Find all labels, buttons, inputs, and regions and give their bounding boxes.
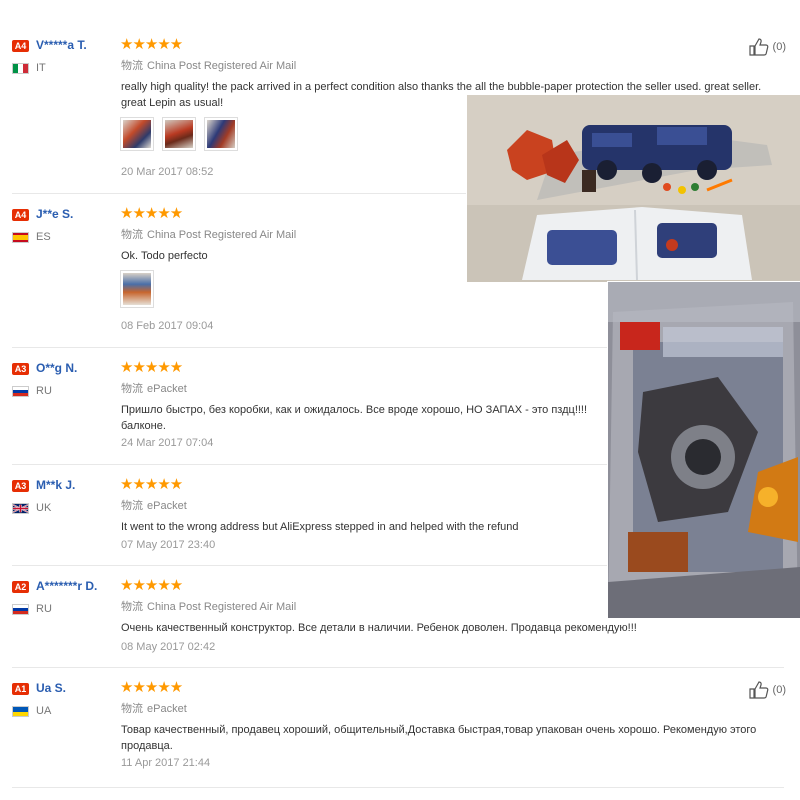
reviewer-name[interactable]: V*****a T. (36, 38, 87, 52)
flag-ua-icon (12, 706, 29, 717)
review-text: Очень качественный конструктор. Все дета… (121, 622, 637, 634)
review-thumbnails (120, 270, 154, 308)
review-date: 07 May 2017 23:40 (121, 539, 216, 551)
review-thumbnail[interactable] (162, 117, 196, 151)
shipping-label: 物流 (121, 60, 143, 72)
reviewer-country: RU (36, 603, 52, 615)
reviewer-country: UA (36, 705, 52, 717)
thumbs-up-icon (748, 681, 768, 699)
helpful-button[interactable]: (0) (748, 681, 786, 699)
photo-preview-package[interactable] (608, 282, 800, 618)
shipping-method: 物流 ePacket (121, 700, 187, 716)
shipping-method: 物流 China Post Registered Air Mail (121, 226, 296, 242)
shipping-label: 物流 (121, 601, 143, 613)
shipping-method: 物流 ePacket (121, 380, 187, 396)
lego-set-photo (467, 95, 800, 282)
shipping-value: China Post Registered Air Mail (147, 229, 297, 241)
star-rating: ★★★★★ (120, 577, 183, 594)
review-date: 08 Feb 2017 09:04 (121, 320, 214, 332)
level-badge: A2 (12, 581, 29, 593)
shipping-method: 物流 China Post Registered Air Mail (121, 598, 296, 614)
review-date: 24 Mar 2017 07:04 (121, 437, 214, 449)
shipping-label: 物流 (121, 500, 143, 512)
thumbs-up-icon (748, 38, 768, 56)
reviewer-name[interactable]: A*******r D. (36, 579, 97, 593)
reviewer-name[interactable]: J**e S. (36, 207, 73, 221)
shipping-label: 物流 (121, 229, 143, 241)
star-rating: ★★★★★ (120, 359, 183, 376)
flag-it-icon (12, 63, 29, 74)
shipping-label: 物流 (121, 383, 143, 395)
star-rating: ★★★★★ (120, 205, 183, 222)
star-rating: ★★★★★ (120, 36, 183, 53)
review-text: Товар качественный, продавец хороший, об… (121, 724, 757, 752)
review-date: 08 May 2017 02:42 (121, 641, 216, 653)
shipping-value: China Post Registered Air Mail (147, 601, 297, 613)
shipping-method: 物流 China Post Registered Air Mail (121, 57, 296, 73)
review-thumbnail[interactable] (120, 270, 154, 308)
flag-ru-icon (12, 604, 29, 615)
review-item: A1 Ua S. UA ★★★★★ 物流 ePacket Товар качест… (12, 679, 786, 788)
shipping-value: ePacket (147, 383, 187, 395)
helpful-count: (0) (772, 684, 786, 696)
reviewer-name[interactable]: O**g N. (36, 361, 77, 375)
review-text: Пришло быстро, без коробки, как и ожидал… (121, 404, 588, 432)
level-badge: A3 (12, 363, 29, 375)
level-badge: A4 (12, 40, 29, 52)
flag-ru-icon (12, 386, 29, 397)
photo-preview-lego-set[interactable] (467, 95, 800, 282)
reviewer-country: RU (36, 385, 52, 397)
level-badge: A3 (12, 480, 29, 492)
shipping-value: ePacket (147, 703, 187, 715)
star-rating: ★★★★★ (120, 476, 183, 493)
shipping-value: ePacket (147, 500, 187, 512)
helpful-count: (0) (772, 41, 786, 53)
review-date: 11 Apr 2017 21:44 (121, 757, 211, 769)
review-thumbnails (120, 117, 238, 151)
review-thumbnail[interactable] (120, 117, 154, 151)
star-rating: ★★★★★ (120, 679, 183, 696)
reviewer-country: ES (36, 231, 51, 243)
reviewer-country: UK (36, 502, 52, 514)
review-thumbnail[interactable] (204, 117, 238, 151)
shipping-method: 物流 ePacket (121, 497, 187, 513)
reviewer-country: IT (36, 62, 46, 74)
shipping-label: 物流 (121, 703, 143, 715)
reviewer-name[interactable]: Ua S. (36, 681, 66, 695)
review-date: 20 Mar 2017 08:52 (121, 166, 214, 178)
shipping-value: China Post Registered Air Mail (147, 60, 297, 72)
flag-uk-icon (12, 503, 29, 514)
flag-es-icon (12, 232, 29, 243)
helpful-button[interactable]: (0) (748, 38, 786, 56)
package-photo (608, 282, 800, 618)
level-badge: A4 (12, 209, 29, 221)
level-badge: A1 (12, 683, 29, 695)
reviewer-name[interactable]: M**k J. (36, 478, 75, 492)
